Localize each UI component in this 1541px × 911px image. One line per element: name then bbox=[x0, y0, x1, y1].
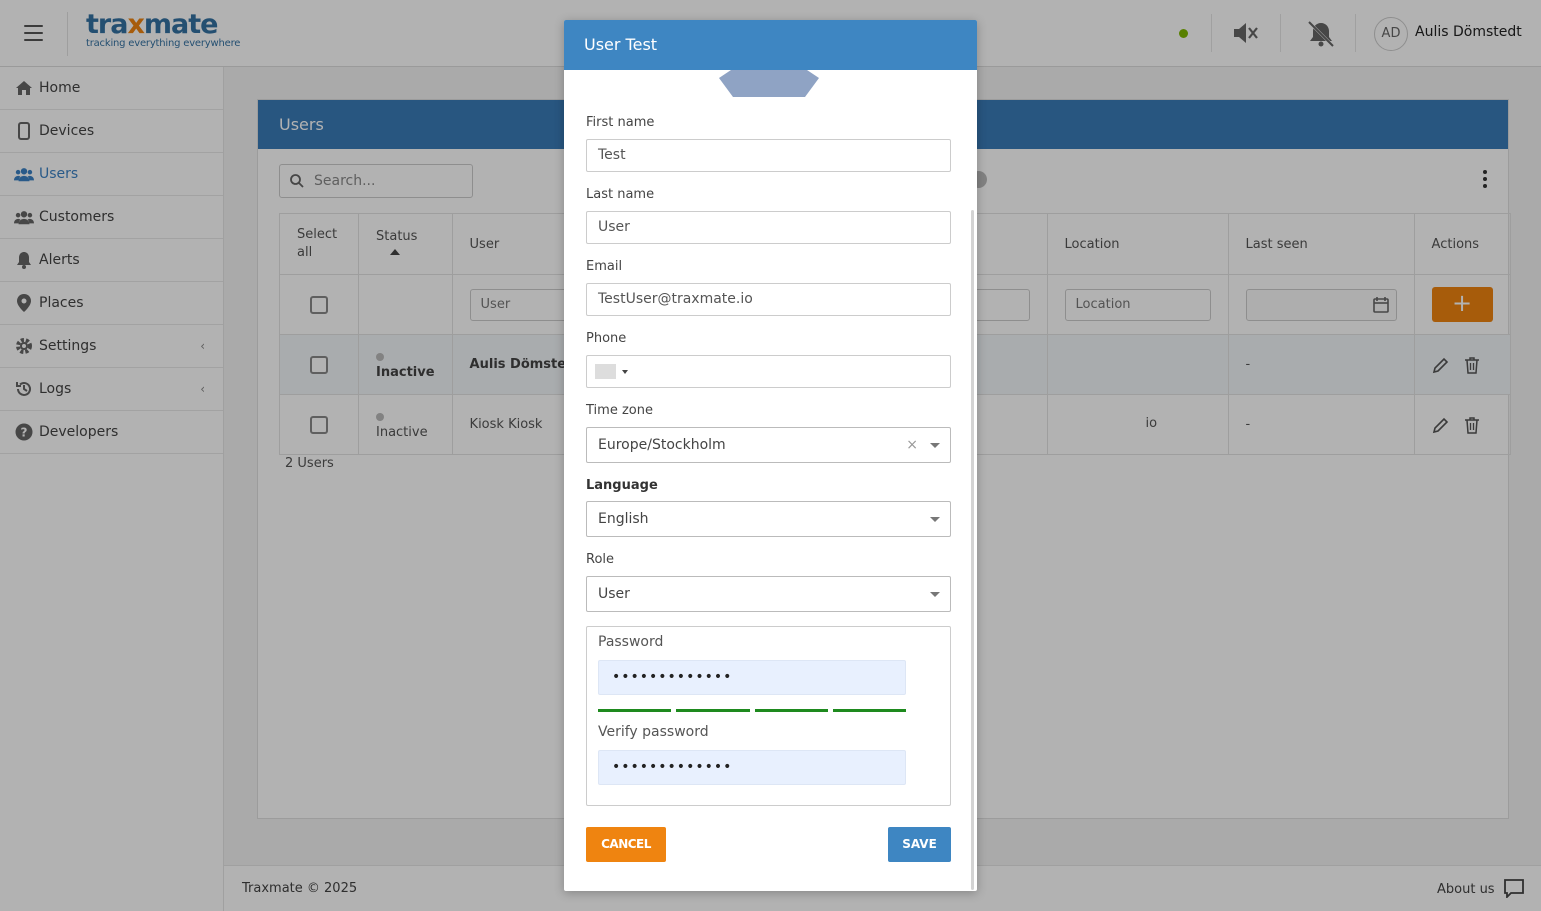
country-dropdown-caret-icon[interactable] bbox=[622, 370, 628, 374]
language-value: English bbox=[598, 511, 649, 527]
clear-icon[interactable]: × bbox=[906, 428, 918, 462]
last-name-label: Last name bbox=[586, 187, 655, 202]
last-name-input[interactable]: User bbox=[586, 211, 951, 244]
dropdown-caret-icon bbox=[930, 517, 940, 522]
email-input[interactable]: TestUser@traxmate.io bbox=[586, 283, 951, 316]
verify-password-input[interactable]: ••••••••••••• bbox=[598, 750, 906, 785]
timezone-select[interactable]: Europe/Stockholm × bbox=[586, 427, 951, 463]
role-select[interactable]: User bbox=[586, 576, 951, 612]
phone-input[interactable] bbox=[586, 355, 951, 388]
role-label: Role bbox=[586, 552, 615, 567]
email-label: Email bbox=[586, 259, 623, 274]
phone-label: Phone bbox=[586, 331, 627, 346]
dialog-title: User Test bbox=[564, 20, 977, 70]
password-label: Password bbox=[598, 634, 664, 650]
first-name-label: First name bbox=[586, 115, 655, 130]
dialog-scrollbar[interactable] bbox=[971, 210, 974, 890]
first-name-input[interactable]: Test bbox=[586, 139, 951, 172]
verify-password-label: Verify password bbox=[598, 724, 709, 740]
timezone-value: Europe/Stockholm bbox=[598, 437, 726, 453]
password-input[interactable]: ••••••••••••• bbox=[598, 660, 906, 695]
edit-user-dialog: User Test First name Test Last name User… bbox=[564, 20, 977, 891]
dropdown-caret-icon bbox=[930, 443, 940, 448]
dropdown-caret-icon bbox=[930, 592, 940, 597]
role-value: User bbox=[598, 586, 630, 602]
country-flag-icon[interactable] bbox=[595, 364, 616, 379]
timezone-label: Time zone bbox=[586, 403, 653, 418]
profile-picture-placeholder[interactable] bbox=[719, 70, 819, 97]
password-strength-meter bbox=[598, 709, 906, 712]
save-button[interactable]: SAVE bbox=[888, 827, 951, 862]
password-section: Password ••••••••••••• Verify password •… bbox=[586, 626, 951, 806]
language-select[interactable]: English bbox=[586, 501, 951, 537]
language-label: Language bbox=[586, 478, 658, 493]
cancel-button[interactable]: CANCEL bbox=[586, 827, 666, 862]
